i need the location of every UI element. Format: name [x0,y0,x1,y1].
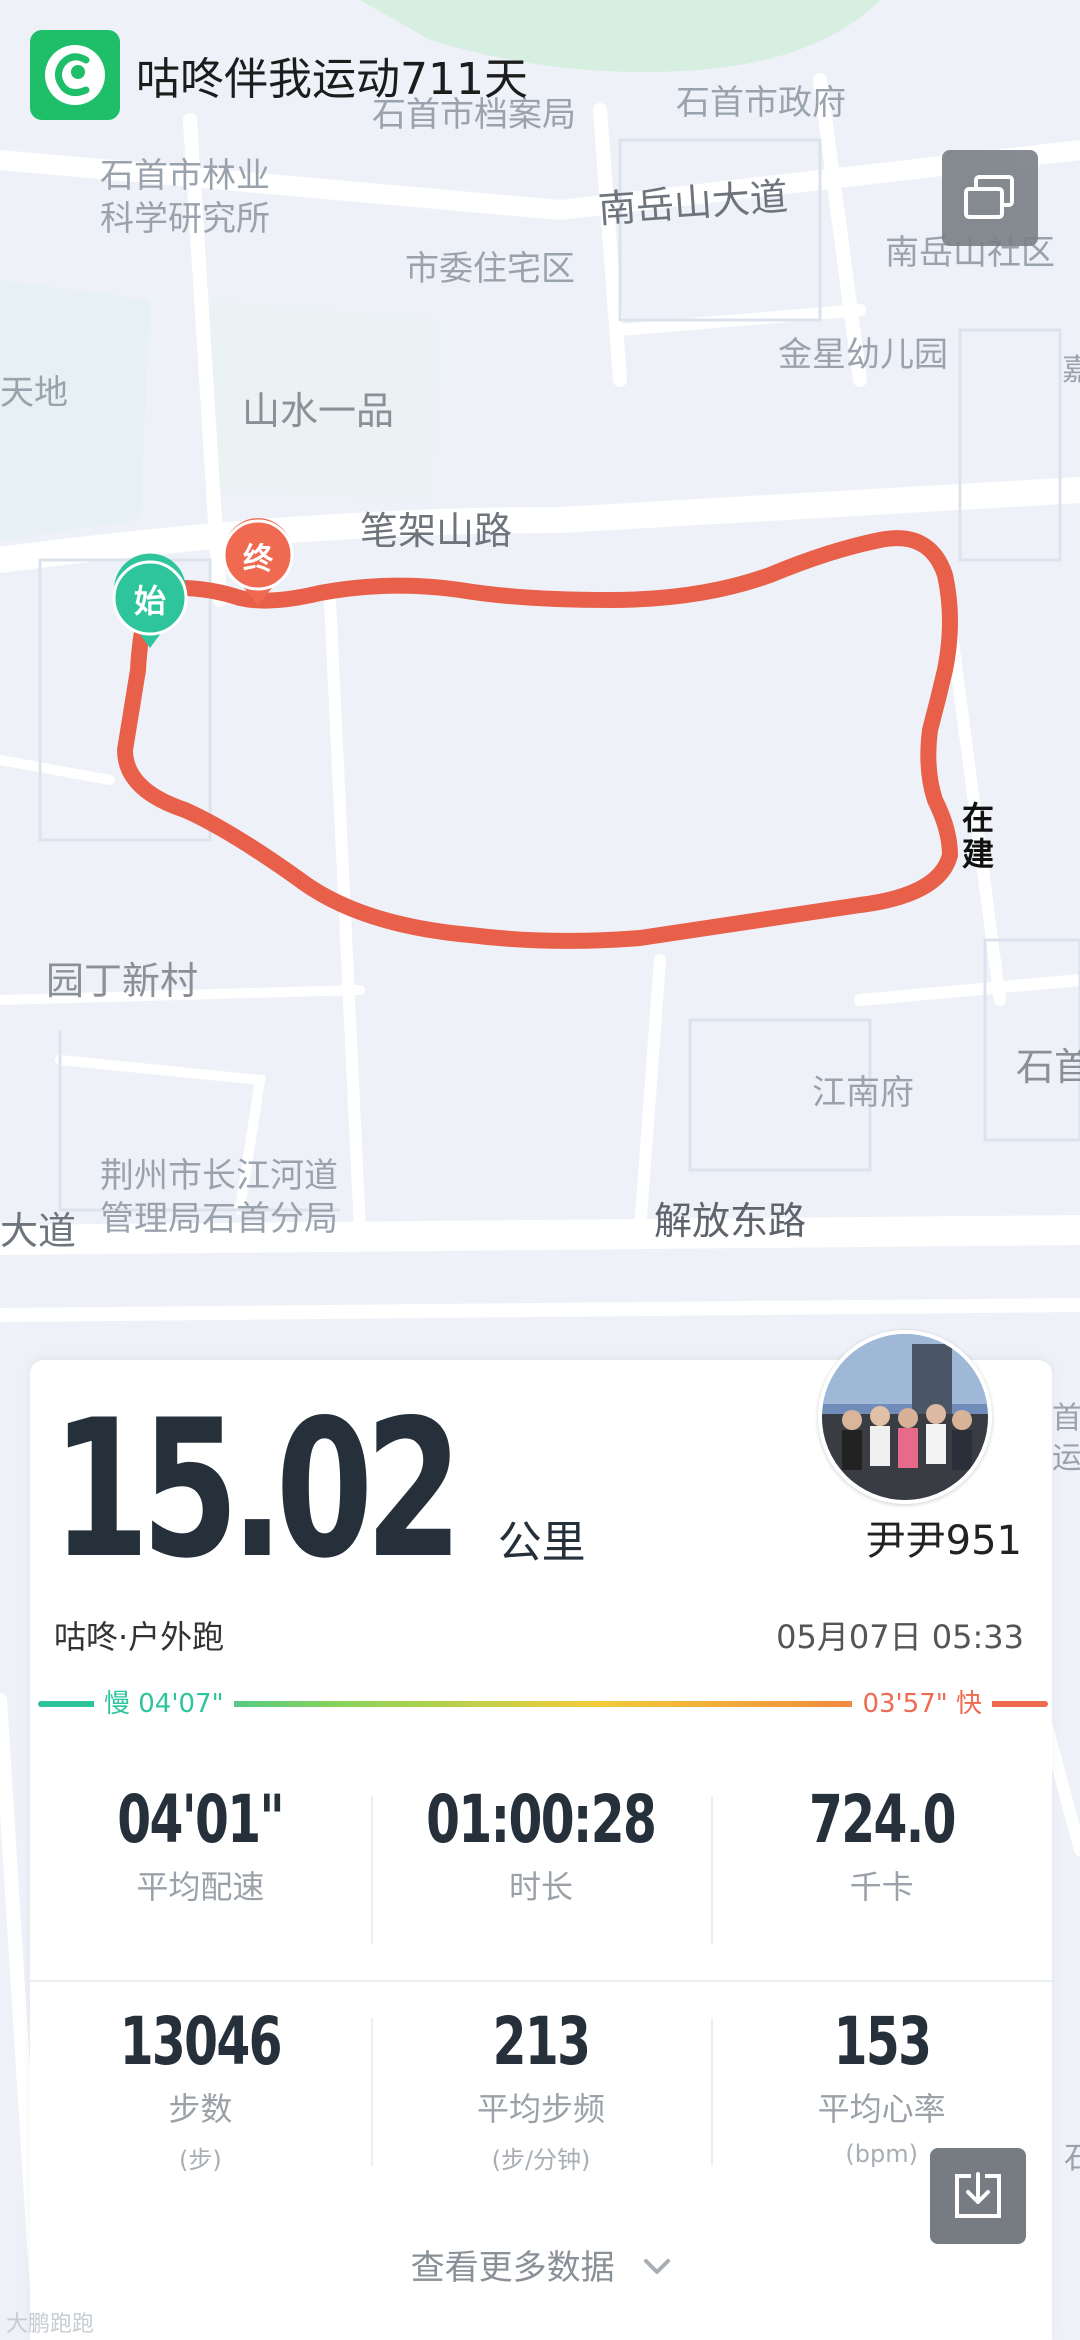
stats-grid: 04'01" 平均配速 01:00:28 时长 724.0 千卡 13046 步… [30,1760,1052,2212]
stat-unit: (bpm) [845,2140,918,2168]
activity-type: 咕咚·户外跑 [54,1618,225,1656]
distance-unit: 公里 [497,1517,586,1568]
stat-label: 步数 [168,2090,233,2128]
page-title: 咕咚伴我运动711天 [136,54,528,105]
map-label: 市委住宅区 [405,249,575,289]
map-label: 石 [1064,2141,1080,2176]
map-label: 金星幼儿园 [778,335,948,375]
stat-value: 724.0 [808,1781,956,1858]
map-label: 首 [1052,1401,1080,1436]
pace-slow-label: 慢 04'07" [94,1682,234,1726]
stat-unit: (步/分钟) [491,2146,591,2174]
map-label: 笔架山路 [360,509,513,553]
stat-unit: (步) [178,2146,222,2174]
stats-row: 13046 步数 (步) 213 平均步频 (步/分钟) 153 平均心率 (b… [30,1980,1052,2212]
activity-datetime: 05月07日 05:33 [776,1618,1024,1656]
stat-avg-pace: 04'01" 平均配速 [30,1760,371,1980]
map-label: 天地 [0,373,68,413]
codoon-logo-icon [30,30,120,120]
stat-label: 平均步频 [477,2090,606,2128]
distance-display: 15.02 公里 [52,1379,586,1600]
view-more-data-button[interactable]: 查看更多数据 [30,2240,1052,2289]
map-label: 石首市政府 [676,83,846,123]
pace-gradient-bar: 慢 04'07" 03'57" 快 [38,1682,1048,1726]
stats-row: 04'01" 平均配速 01:00:28 时长 724.0 千卡 [30,1760,1052,1980]
stat-label: 千卡 [849,1868,914,1906]
download-icon [955,2172,1001,2218]
view-more-label: 查看更多数据 [410,2248,615,2288]
end-marker[interactable]: 终 [224,534,292,578]
stat-duration: 01:00:28 时长 [370,1760,712,1980]
workout-summary-card: 15.02 公里 尹尹951 咕咚·户外跑 05月07日 05:33 慢 04'… [30,1330,1052,2340]
username[interactable]: 尹尹951 [866,1508,1022,1566]
map-label: 荆州市长江河道管理局石首分局 [100,1156,338,1239]
stat-value: 13046 [119,2003,283,2080]
stat-value: 04'01" [117,1781,285,1858]
pace-fast-label: 03'57" 快 [852,1682,992,1726]
stat-label: 平均配速 [136,1868,265,1906]
download-button[interactable] [930,2148,1026,2244]
stat-label: 平均心率 [817,2090,946,2128]
map-label: 大道 [0,1209,77,1253]
stat-steps: 13046 步数 (步) [30,1982,371,2212]
map-label: 石首 [1016,1045,1080,1089]
map-label: 江南府 [812,1073,914,1113]
start-marker[interactable]: 始 [114,576,186,622]
stat-value: 01:00:28 [426,1781,657,1858]
map-label: 嘉 [1062,353,1080,388]
stat-calories: 724.0 千卡 [711,1760,1052,1980]
stat-cadence: 213 平均步频 (步/分钟) [370,1982,712,2212]
map-layer-button[interactable] [942,150,1038,246]
watermark: 大鹏跑跑 [6,2312,95,2337]
stat-value: 213 [492,2003,591,2080]
map-label: 山水一品 [242,389,395,433]
layers-icon [964,175,1014,219]
stat-label: 时长 [509,1868,574,1906]
chevron-down-icon [643,2245,671,2285]
map-label: 解放东路 [654,1199,807,1243]
avatar[interactable] [818,1330,992,1504]
construction-label: 在建 [962,799,995,873]
map-label: 园丁新村 [46,959,199,1003]
map-label: 石首市林业科学研究所 [100,156,270,239]
distance-value: 15.02 [52,1379,463,1600]
map-label: 运 [1052,1441,1080,1476]
stat-value: 153 [833,2003,931,2080]
brand-header: 咕咚伴我运动711天 [30,30,528,120]
